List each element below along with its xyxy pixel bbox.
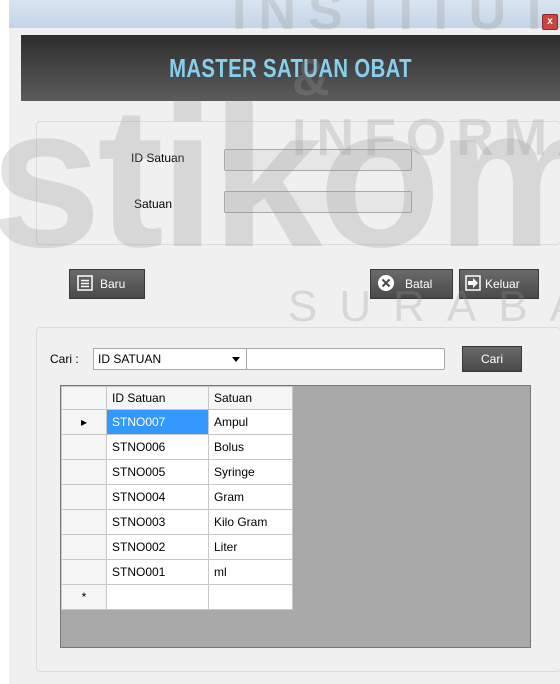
form-group: ID Satuan Satuan [36, 121, 560, 245]
table-row[interactable]: STNO003 Kilo Gram [61, 509, 293, 535]
page-title: MASTER SATUAN OBAT [169, 53, 412, 83]
cell-id[interactable]: STNO005 [106, 459, 209, 485]
table-row[interactable]: ▸ STNO007 Ampul [61, 409, 293, 435]
cancel-circle-icon [377, 274, 395, 295]
column-header-id-satuan[interactable]: ID Satuan [106, 386, 209, 410]
baru-button[interactable]: Baru [69, 269, 145, 299]
app-window: x MASTER SATUAN OBAT ID Satuan Satuan Ba… [9, 0, 560, 684]
id-satuan-label: ID Satuan [131, 151, 185, 165]
header-banner: MASTER SATUAN OBAT [21, 35, 560, 101]
cell-satuan[interactable]: Liter [208, 534, 293, 560]
search-field-select[interactable]: ID SATUAN [93, 348, 247, 370]
search-field-value: ID SATUAN [98, 352, 162, 366]
row-header [61, 434, 107, 460]
close-icon: x [547, 16, 553, 27]
cell-id[interactable]: STNO007 [106, 409, 209, 435]
table-row[interactable]: STNO005 Syringe [61, 459, 293, 485]
title-bar: x [9, 0, 560, 30]
grid-header-row: ID Satuan Satuan [61, 386, 293, 410]
chevron-down-icon [232, 357, 240, 362]
cell-satuan[interactable]: ml [208, 559, 293, 585]
search-label: Cari : [50, 352, 79, 366]
row-header [61, 534, 107, 560]
document-icon [76, 274, 94, 295]
cell-id[interactable]: STNO001 [106, 559, 209, 585]
cell-satuan[interactable]: Syringe [208, 459, 293, 485]
cell-satuan[interactable]: Ampul [208, 409, 293, 435]
data-grid[interactable]: ID Satuan Satuan ▸ STNO007 Ampul STNO006… [60, 385, 531, 648]
cell-satuan[interactable]: Gram [208, 484, 293, 510]
baru-label: Baru [100, 277, 126, 291]
column-header-satuan[interactable]: Satuan [208, 386, 293, 410]
new-row-indicator: * [61, 584, 107, 610]
grid-table: ID Satuan Satuan ▸ STNO007 Ampul STNO006… [61, 386, 293, 610]
exit-arrow-icon [464, 274, 482, 295]
cell-satuan[interactable]: Kilo Gram [208, 509, 293, 535]
cell-id[interactable]: STNO002 [106, 534, 209, 560]
row-header [61, 509, 107, 535]
cell-id[interactable]: STNO004 [106, 484, 209, 510]
cell-satuan[interactable]: Bolus [208, 434, 293, 460]
batal-label: Batal [405, 277, 433, 291]
cell-satuan-new[interactable] [208, 584, 293, 610]
table-row[interactable]: STNO004 Gram [61, 484, 293, 510]
row-header [61, 459, 107, 485]
table-row[interactable]: STNO001 ml [61, 559, 293, 585]
keluar-button[interactable]: Keluar [459, 269, 539, 299]
id-satuan-field[interactable] [224, 149, 412, 171]
table-row[interactable]: STNO002 Liter [61, 534, 293, 560]
satuan-field[interactable] [224, 191, 412, 213]
grid-corner [61, 386, 107, 410]
new-row[interactable]: * [61, 584, 293, 610]
cell-id[interactable]: STNO003 [106, 509, 209, 535]
table-row[interactable]: STNO006 Bolus [61, 434, 293, 460]
close-button[interactable]: x [542, 14, 558, 30]
search-input[interactable] [246, 348, 445, 370]
cell-id[interactable]: STNO006 [106, 434, 209, 460]
batal-button[interactable]: Batal [370, 269, 453, 299]
cari-button[interactable]: Cari [462, 346, 522, 372]
satuan-label: Satuan [134, 197, 173, 211]
keluar-label: Keluar [485, 277, 520, 291]
row-header [61, 559, 107, 585]
cell-id-new[interactable] [106, 584, 209, 610]
row-header [61, 484, 107, 510]
current-row-indicator: ▸ [61, 409, 107, 435]
cari-label: Cari [480, 352, 503, 366]
